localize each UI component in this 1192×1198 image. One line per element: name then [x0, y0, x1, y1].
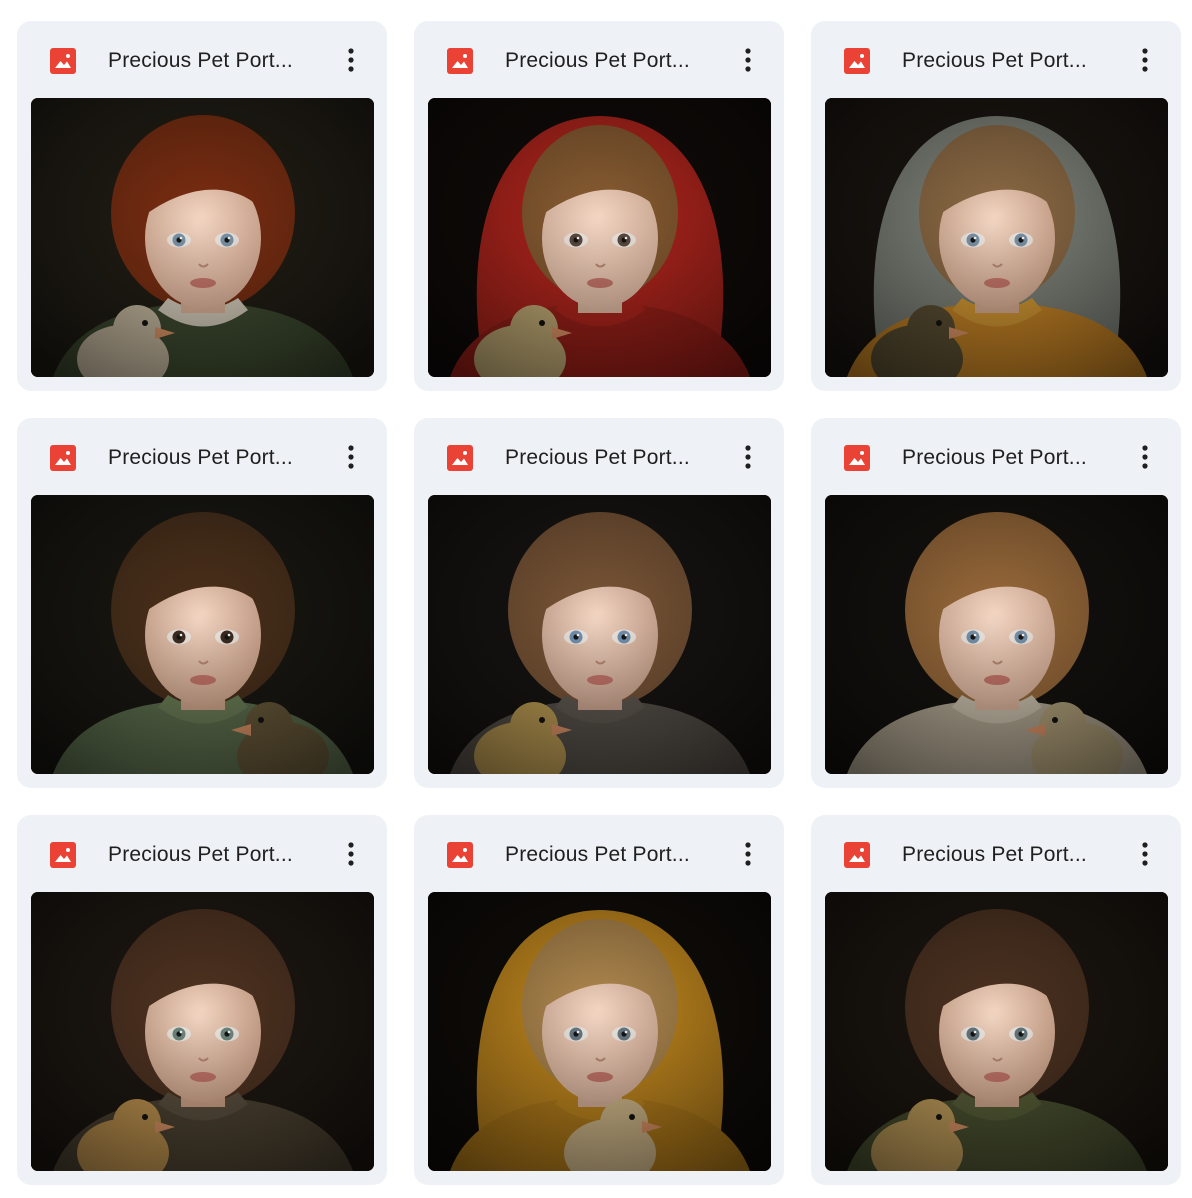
file-title[interactable]: Precious Pet Port...	[505, 47, 715, 75]
vignette-overlay	[31, 495, 374, 774]
file-card[interactable]: Precious Pet Port...	[811, 21, 1181, 391]
more-vertical-icon	[745, 842, 751, 866]
file-title[interactable]: Precious Pet Port...	[505, 444, 715, 472]
vignette-overlay	[428, 892, 771, 1171]
more-options-button[interactable]	[1131, 43, 1159, 77]
image-file-icon	[447, 48, 473, 74]
image-file-icon	[50, 445, 76, 471]
portrait-illustration	[428, 892, 771, 1171]
file-card[interactable]: Precious Pet Port...	[414, 418, 784, 788]
image-file-icon	[447, 445, 473, 471]
image-file-icon	[844, 445, 870, 471]
vignette-overlay	[825, 495, 1168, 774]
file-card-header: Precious Pet Port...	[17, 21, 387, 98]
file-card-header: Precious Pet Port...	[811, 21, 1181, 98]
more-options-button[interactable]	[734, 440, 762, 474]
more-vertical-icon	[348, 445, 354, 469]
portrait-illustration	[428, 495, 771, 774]
more-options-button[interactable]	[337, 43, 365, 77]
file-title[interactable]: Precious Pet Port...	[108, 444, 318, 472]
portrait-illustration	[31, 495, 374, 774]
portrait-illustration	[825, 495, 1168, 774]
portrait-illustration	[31, 98, 374, 377]
file-title[interactable]: Precious Pet Port...	[108, 47, 318, 75]
more-options-button[interactable]	[734, 43, 762, 77]
image-file-icon	[844, 842, 870, 868]
file-card[interactable]: Precious Pet Port...	[17, 418, 387, 788]
more-vertical-icon	[745, 48, 751, 72]
file-card[interactable]: Precious Pet Port...	[17, 815, 387, 1185]
more-options-button[interactable]	[337, 440, 365, 474]
more-options-button[interactable]	[1131, 440, 1159, 474]
more-options-button[interactable]	[337, 837, 365, 871]
file-thumbnail[interactable]	[31, 495, 374, 774]
file-thumbnail[interactable]	[825, 98, 1168, 377]
file-thumbnail[interactable]	[31, 892, 374, 1171]
more-vertical-icon	[745, 445, 751, 469]
file-card-header: Precious Pet Port...	[811, 815, 1181, 892]
file-thumbnail[interactable]	[825, 495, 1168, 774]
file-title[interactable]: Precious Pet Port...	[902, 841, 1112, 869]
portrait-illustration	[428, 98, 771, 377]
file-title[interactable]: Precious Pet Port...	[108, 841, 318, 869]
file-thumbnail[interactable]	[428, 892, 771, 1171]
file-card[interactable]: Precious Pet Port...	[811, 418, 1181, 788]
file-card[interactable]: Precious Pet Port...	[414, 21, 784, 391]
vignette-overlay	[825, 892, 1168, 1171]
portrait-illustration	[825, 892, 1168, 1171]
vignette-overlay	[428, 495, 771, 774]
image-file-icon	[447, 842, 473, 868]
vignette-overlay	[31, 98, 374, 377]
file-card[interactable]: Precious Pet Port...	[811, 815, 1181, 1185]
more-vertical-icon	[348, 842, 354, 866]
file-card-header: Precious Pet Port...	[414, 418, 784, 495]
file-thumbnail[interactable]	[825, 892, 1168, 1171]
file-card-header: Precious Pet Port...	[414, 815, 784, 892]
more-options-button[interactable]	[1131, 837, 1159, 871]
portrait-illustration	[31, 892, 374, 1171]
file-title[interactable]: Precious Pet Port...	[902, 47, 1112, 75]
portrait-illustration	[825, 98, 1168, 377]
file-title[interactable]: Precious Pet Port...	[505, 841, 715, 869]
more-options-button[interactable]	[734, 837, 762, 871]
more-vertical-icon	[1142, 842, 1148, 866]
more-vertical-icon	[1142, 48, 1148, 72]
file-title[interactable]: Precious Pet Port...	[902, 444, 1112, 472]
file-card-header: Precious Pet Port...	[414, 21, 784, 98]
file-card-header: Precious Pet Port...	[17, 815, 387, 892]
image-file-icon	[50, 842, 76, 868]
file-thumbnail[interactable]	[31, 98, 374, 377]
file-thumbnail[interactable]	[428, 495, 771, 774]
file-card-header: Precious Pet Port...	[17, 418, 387, 495]
vignette-overlay	[31, 892, 374, 1171]
more-vertical-icon	[1142, 445, 1148, 469]
file-card[interactable]: Precious Pet Port...	[17, 21, 387, 391]
file-card[interactable]: Precious Pet Port...	[414, 815, 784, 1185]
file-card-header: Precious Pet Port...	[811, 418, 1181, 495]
vignette-overlay	[428, 98, 771, 377]
image-file-icon	[50, 48, 76, 74]
more-vertical-icon	[348, 48, 354, 72]
vignette-overlay	[825, 98, 1168, 377]
file-grid: Precious Pet Port... Precious Pet Port..…	[17, 21, 1181, 1185]
file-thumbnail[interactable]	[428, 98, 771, 377]
image-file-icon	[844, 48, 870, 74]
